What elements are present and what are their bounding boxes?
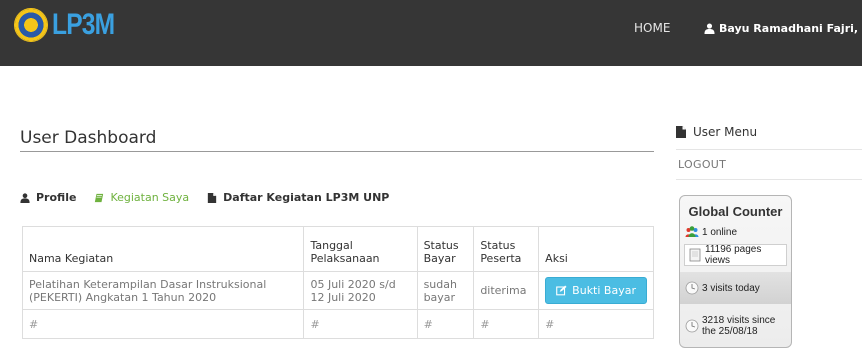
online-count: 1 online (702, 226, 738, 238)
cell-tanggal: # (303, 309, 418, 339)
top-navbar: LP3M HOME Bayu Ramadhani Fajri, Ph.D (0, 0, 862, 66)
counter-online: 1 online (680, 224, 791, 240)
divider (676, 179, 862, 180)
book-icon (95, 193, 104, 202)
title-divider (20, 151, 654, 152)
tab-daftar-kegiatan[interactable]: Daftar Kegiatan LP3M UNP (207, 191, 389, 204)
tab-label: Kegiatan Saya (110, 191, 190, 204)
kegiatan-table: Nama Kegiatan Tanggal Pelaksanaan Status… (21, 226, 654, 339)
cell-status-peserta: diterima (473, 271, 540, 310)
page-icon (689, 248, 701, 262)
column-header: Status Peserta (473, 226, 540, 272)
counter-visits-since: 3218 visits since the 25/08/18 (680, 304, 791, 347)
table-row: # # # # # (21, 309, 654, 339)
user-menu-label: User Menu (693, 125, 758, 139)
file-icon (676, 126, 686, 138)
cell-nama-kegiatan: # (21, 309, 305, 339)
column-header: Tanggal Pelaksanaan (303, 226, 418, 272)
cell-aksi: Bukti Bayar (538, 271, 654, 310)
page-title: User Dashboard (20, 128, 157, 148)
cell-aksi: # (538, 309, 654, 339)
counter-visits-today: 3 visits today (680, 272, 791, 304)
global-counter-widget: Global Counter 1 online 11196 pages view… (679, 195, 792, 348)
nav-user-menu[interactable]: Bayu Ramadhani Fajri, Ph.D (704, 22, 862, 35)
dashboard-tabs: Profile Kegiatan Saya Daftar Kegiatan LP… (20, 191, 407, 204)
cell-status-peserta: # (473, 309, 540, 339)
cell-nama-kegiatan: Pelatihan Keterampilan Dasar Instruksion… (21, 271, 305, 310)
column-header: Status Bayar (416, 226, 475, 272)
divider (676, 149, 862, 150)
clock-icon (685, 281, 699, 295)
visits-since-count: 3218 visits since the 25/08/18 (702, 315, 776, 337)
counter-title: Global Counter (688, 204, 783, 219)
edit-icon (556, 285, 567, 296)
user-menu-title: User Menu (676, 125, 757, 139)
nav-home-link[interactable]: HOME (634, 21, 670, 35)
users-icon (685, 226, 699, 237)
button-label: Bukti Bayar (572, 284, 636, 297)
page-views-count: 11196 pages views (705, 244, 762, 266)
user-name: Bayu Ramadhani Fajri, Ph.D (719, 22, 862, 35)
file-icon (207, 192, 217, 203)
counter-page-views: 11196 pages views (684, 244, 787, 266)
table-row: Pelatihan Keterampilan Dasar Instruksion… (21, 271, 654, 310)
cell-status-bayar: sudah bayar (416, 271, 475, 310)
cell-tanggal: 05 Juli 2020 s/d 12 Juli 2020 (303, 271, 418, 310)
tab-kegiatan-saya[interactable]: Kegiatan Saya (94, 191, 189, 204)
logo-text: LP3M (52, 8, 115, 41)
tab-label: Profile (36, 191, 77, 204)
visits-today-count: 3 visits today (702, 282, 760, 294)
user-icon (20, 192, 30, 203)
user-icon (704, 23, 715, 34)
table-header-row: Nama Kegiatan Tanggal Pelaksanaan Status… (21, 226, 654, 272)
logout-link[interactable]: LOGOUT (678, 158, 726, 171)
clock-icon (685, 319, 699, 333)
cell-status-bayar: # (416, 309, 475, 339)
bukti-bayar-button[interactable]: Bukti Bayar (545, 277, 647, 304)
column-header: Aksi (538, 226, 654, 272)
tab-label: Daftar Kegiatan LP3M UNP (223, 191, 390, 204)
tab-profile[interactable]: Profile (20, 191, 76, 204)
site-logo[interactable]: LP3M (14, 8, 128, 42)
university-seal-icon (14, 8, 48, 42)
column-header: Nama Kegiatan (21, 226, 305, 272)
